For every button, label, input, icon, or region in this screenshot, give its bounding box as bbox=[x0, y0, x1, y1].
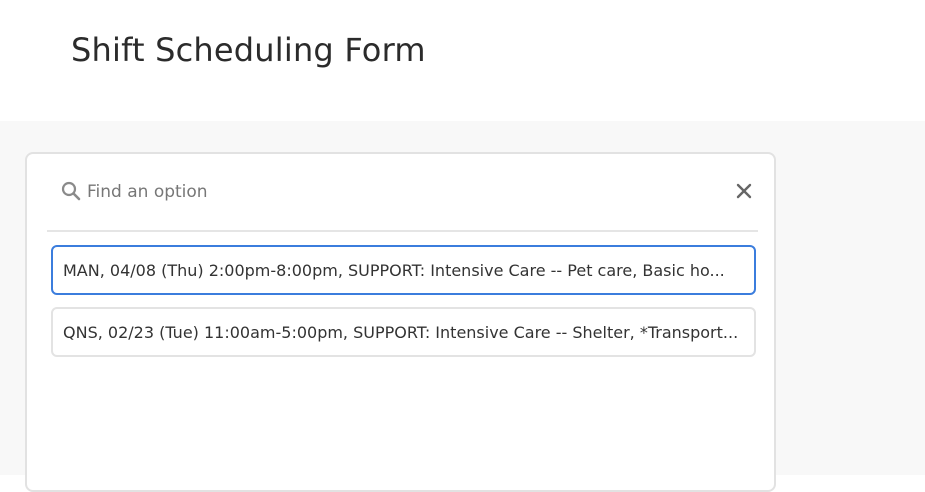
option-item-shift-qns[interactable]: QNS, 02/23 (Tue) 11:00am-5:00pm, SUPPORT… bbox=[51, 307, 756, 357]
search-icon bbox=[61, 181, 81, 201]
option-label: MAN, 04/08 (Thu) 2:00pm-8:00pm, SUPPORT:… bbox=[63, 260, 725, 280]
page-header: Shift Scheduling Form bbox=[0, 0, 925, 121]
option-label: QNS, 02/23 (Tue) 11:00am-5:00pm, SUPPORT… bbox=[63, 322, 739, 342]
search-input[interactable] bbox=[87, 178, 707, 206]
close-button[interactable] bbox=[732, 179, 756, 203]
close-icon bbox=[736, 183, 752, 199]
search-row bbox=[47, 154, 758, 232]
option-item-shift-man[interactable]: MAN, 04/08 (Thu) 2:00pm-8:00pm, SUPPORT:… bbox=[51, 245, 756, 295]
option-picker-panel: MAN, 04/08 (Thu) 2:00pm-8:00pm, SUPPORT:… bbox=[25, 152, 776, 492]
page-title: Shift Scheduling Form bbox=[71, 31, 426, 69]
